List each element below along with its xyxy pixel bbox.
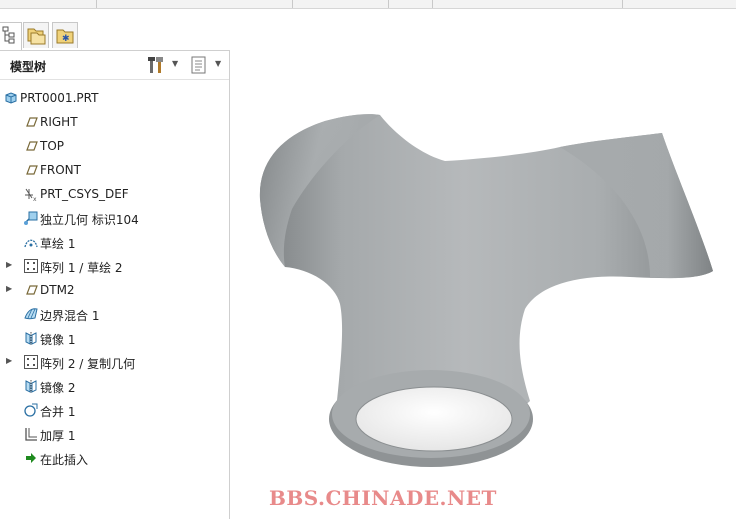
- tree-item[interactable]: ▶ 阵列 1 / 草绘 2: [0, 255, 229, 277]
- datum-plane-icon: [23, 282, 39, 298]
- ribbon-separator: [292, 0, 293, 8]
- tree-item-label: 阵列 2 / 复制几何: [40, 357, 136, 371]
- show-options-button[interactable]: [190, 55, 208, 75]
- tools-icon: [148, 57, 163, 73]
- tree-item[interactable]: 在此插入: [0, 447, 229, 469]
- datum-plane-icon: [23, 138, 39, 154]
- tree-item-label: 独立几何 标识104: [40, 213, 139, 227]
- list-document-icon: [191, 56, 206, 74]
- tab-model-tree[interactable]: [0, 22, 22, 50]
- tree-item[interactable]: PRT0001.PRT: [0, 87, 229, 109]
- model-tree-icon: [2, 26, 15, 44]
- chevron-down-icon[interactable]: ▼: [215, 59, 221, 68]
- tree-item-label: 在此插入: [40, 453, 89, 467]
- part-icon: [3, 90, 19, 106]
- settings-tools-button[interactable]: [146, 55, 168, 75]
- expand-arrow-icon[interactable]: ▶: [6, 260, 14, 270]
- graphics-viewport[interactable]: [230, 9, 736, 518]
- navigator-tabs: ✱: [0, 22, 230, 50]
- tree-item[interactable]: 边界混合 1: [0, 303, 229, 325]
- independent-geometry-icon: [23, 210, 39, 226]
- tree-item-label: 边界混合 1: [40, 309, 100, 323]
- tree-item[interactable]: 镜像 2: [0, 375, 229, 397]
- tree-item-label: 合并 1: [40, 405, 76, 419]
- ribbon-separator: [96, 0, 97, 8]
- watermark-text: BBS.CHINADE.NET: [269, 486, 497, 510]
- tree-item[interactable]: ▶ 阵列 2 / 复制几何: [0, 351, 229, 373]
- pattern-icon: [23, 354, 39, 370]
- expand-arrow-icon[interactable]: ▶: [6, 284, 14, 294]
- tree-item-label: RIGHT: [40, 115, 78, 129]
- ribbon-separator: [388, 0, 389, 8]
- merge-icon: [23, 402, 39, 418]
- mirror-icon: [23, 378, 39, 394]
- bottom-pipe-hole: [355, 386, 513, 452]
- tree-item-label: 加厚 1: [40, 429, 76, 443]
- tree-item-label: 镜像 1: [40, 333, 76, 347]
- chevron-down-icon[interactable]: ▼: [172, 59, 178, 68]
- tree-item-label: 阵列 1 / 草绘 2: [40, 261, 123, 275]
- tree-item[interactable]: RIGHT: [0, 111, 229, 133]
- tree-item-label: PRT0001.PRT: [20, 91, 99, 105]
- datum-plane-icon: [23, 162, 39, 178]
- sketch-icon: [23, 234, 39, 250]
- pattern-icon: [23, 258, 39, 274]
- svg-text:✱: ✱: [62, 34, 70, 44]
- tree-item[interactable]: 合并 1: [0, 399, 229, 421]
- tree-item[interactable]: FRONT: [0, 159, 229, 181]
- tree-item-label: TOP: [40, 139, 65, 153]
- tree-item[interactable]: 镜像 1: [0, 327, 229, 349]
- svg-text:x: x: [33, 196, 37, 202]
- tree-item[interactable]: 独立几何 标识104: [0, 207, 229, 229]
- ribbon-strip: [0, 0, 736, 9]
- model-tree-panel: 模型树 ▼ ▼ PRT0001.PRT RIGHT TOP FRONT x PRT_CSY…: [0, 50, 230, 519]
- tree-item-label: DTM2: [40, 283, 75, 297]
- ribbon-separator: [622, 0, 623, 8]
- tree-item-label: PRT_CSYS_DEF: [40, 187, 129, 201]
- mirror-icon: [23, 330, 39, 346]
- panel-title: 模型树: [10, 60, 47, 74]
- insert-here-arrow-icon: [23, 450, 39, 466]
- expand-arrow-icon[interactable]: ▶: [6, 356, 14, 366]
- ribbon-separator: [432, 0, 433, 8]
- tree-item-label: 草绘 1: [40, 237, 76, 251]
- datum-plane-icon: [23, 114, 39, 130]
- tab-folder-browser[interactable]: [23, 22, 49, 48]
- tree-item-label: 镜像 2: [40, 381, 76, 395]
- tree-item[interactable]: 加厚 1: [0, 423, 229, 445]
- tree-item[interactable]: 草绘 1: [0, 231, 229, 253]
- model-tree-header: 模型树 ▼ ▼: [0, 51, 229, 80]
- tree-item-label: FRONT: [40, 163, 81, 177]
- tree-item[interactable]: ▶ DTM2: [0, 279, 229, 301]
- favorites-icon: ✱: [56, 29, 74, 44]
- tree-item[interactable]: TOP: [0, 135, 229, 157]
- tab-favorites[interactable]: ✱: [52, 22, 78, 48]
- tree-item[interactable]: x PRT_CSYS_DEF: [0, 183, 229, 205]
- folder-browser-icon: [27, 28, 46, 45]
- coordinate-system-icon: x: [23, 186, 39, 203]
- boundary-blend-icon: [23, 306, 39, 322]
- y-pipe-model[interactable]: [230, 9, 736, 518]
- thicken-icon: [23, 426, 39, 442]
